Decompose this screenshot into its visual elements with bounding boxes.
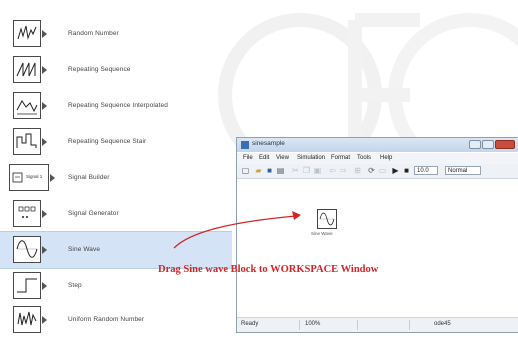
print-icon[interactable]: ▤ (276, 166, 285, 175)
output-port-icon (50, 174, 55, 182)
repeating-sequence-icon (13, 56, 41, 83)
library-item-repeating-sequence-interpolated[interactable]: Repeating Sequence Interpolated (0, 88, 232, 124)
menu-edit[interactable]: Edit (259, 155, 269, 161)
paste-icon[interactable]: ▣ (313, 166, 322, 175)
stop-simulation-icon[interactable]: ■ (402, 166, 411, 175)
status-solver: ode45 (434, 321, 451, 327)
library-item-label: Signal Builder (68, 174, 110, 181)
output-port-icon (42, 282, 47, 290)
stop-time-input[interactable]: 10.0 (414, 166, 438, 175)
menu-bar: File Edit View Simulation Format Tools H… (237, 153, 518, 164)
status-divider (299, 320, 300, 330)
status-divider (357, 320, 358, 330)
library-item-random-number[interactable]: Random Number (0, 16, 232, 52)
copy-icon[interactable]: ❐ (302, 166, 311, 175)
library-item-label: Repeating Sequence (68, 66, 131, 73)
maximize-button[interactable] (482, 140, 494, 149)
repeating-sequence-interpolated-icon (13, 92, 41, 119)
save-icon[interactable]: ■ (265, 166, 274, 175)
window-title: sinesample (252, 140, 285, 147)
output-port-icon (42, 316, 47, 324)
output-port-icon (42, 210, 47, 218)
menu-simulation[interactable]: Simulation (297, 155, 325, 161)
menu-file[interactable]: File (243, 155, 253, 161)
output-port-icon (42, 30, 47, 38)
library-item-repeating-sequence-stair[interactable]: Repeating Sequence Stair (0, 124, 232, 160)
output-port-icon (42, 138, 47, 146)
refresh-icon[interactable]: ⟳ (367, 166, 376, 175)
library-item-label: Sine Wave (68, 246, 101, 253)
random-number-icon (13, 20, 41, 47)
menu-tools[interactable]: Tools (357, 155, 371, 161)
repeating-sequence-stair-icon (13, 128, 41, 155)
menu-view[interactable]: View (276, 155, 289, 161)
output-port-icon (42, 66, 47, 74)
library-item-signal-generator[interactable]: Signal Generator (0, 196, 232, 232)
status-state: Ready (241, 321, 259, 327)
uniform-random-number-icon (13, 306, 41, 333)
signal-builder-icon: Signal 1 (9, 164, 49, 191)
close-button[interactable] (495, 140, 515, 149)
model-explorer-icon[interactable]: ▭ (378, 166, 387, 175)
library-item-label: Repeating Sequence Stair (68, 138, 147, 145)
drag-instruction-caption: Drag Sine wave Block to WORKSPACE Window (158, 264, 379, 275)
step-icon (13, 272, 41, 299)
library-block-list: Random Number Repeating Sequence Repeati… (0, 0, 240, 333)
library-item-signal-builder[interactable]: Signal 1 Signal Builder (0, 160, 232, 196)
undo-icon[interactable]: ⇦ (328, 166, 337, 175)
redo-icon[interactable]: ⇨ (339, 166, 348, 175)
signal-builder-block-text: Signal 1 (26, 174, 43, 179)
new-model-icon[interactable]: ▢ (241, 166, 250, 175)
sine-wave-icon (13, 236, 41, 263)
start-simulation-icon[interactable]: ▶ (391, 166, 400, 175)
toolbar: ▢ ▰ ■ ▤ ✂ ❐ ▣ ⇦ ⇨ ⊞ ⟳ ▭ ▶ ■ 10.0 Normal (237, 164, 518, 179)
cut-icon[interactable]: ✂ (291, 166, 300, 175)
minimize-button[interactable] (469, 140, 481, 149)
library-item-repeating-sequence[interactable]: Repeating Sequence (0, 52, 232, 88)
output-port-icon (42, 246, 47, 254)
library-browser-icon[interactable]: ⊞ (353, 166, 362, 175)
menu-help[interactable]: Help (380, 155, 392, 161)
status-zoom: 100% (305, 321, 321, 327)
menu-format[interactable]: Format (331, 155, 350, 161)
library-item-label: Uniform Random Number (68, 316, 145, 323)
library-item-label: Random Number (68, 30, 119, 37)
status-divider (409, 320, 410, 330)
model-canvas[interactable]: Sine Wave (237, 179, 518, 319)
library-item-label: Step (68, 282, 82, 289)
canvas-block-label: Sine Wave (311, 231, 333, 236)
canvas-sine-wave-block[interactable] (317, 209, 337, 229)
library-item-uniform-random-number[interactable]: Uniform Random Number (0, 302, 232, 338)
library-item-label: Repeating Sequence Interpolated (68, 102, 168, 109)
window-titlebar[interactable]: sinesample (237, 138, 518, 152)
open-icon[interactable]: ▰ (254, 166, 263, 175)
signal-generator-icon (13, 200, 41, 227)
model-window: sinesample File Edit View Simulation For… (236, 137, 518, 333)
library-item-label: Signal Generator (68, 210, 119, 217)
simulation-mode-select[interactable]: Normal (445, 166, 481, 175)
status-bar: Ready 100% ode45 (237, 317, 518, 332)
output-port-icon (42, 102, 47, 110)
simulink-app-icon (241, 141, 249, 149)
